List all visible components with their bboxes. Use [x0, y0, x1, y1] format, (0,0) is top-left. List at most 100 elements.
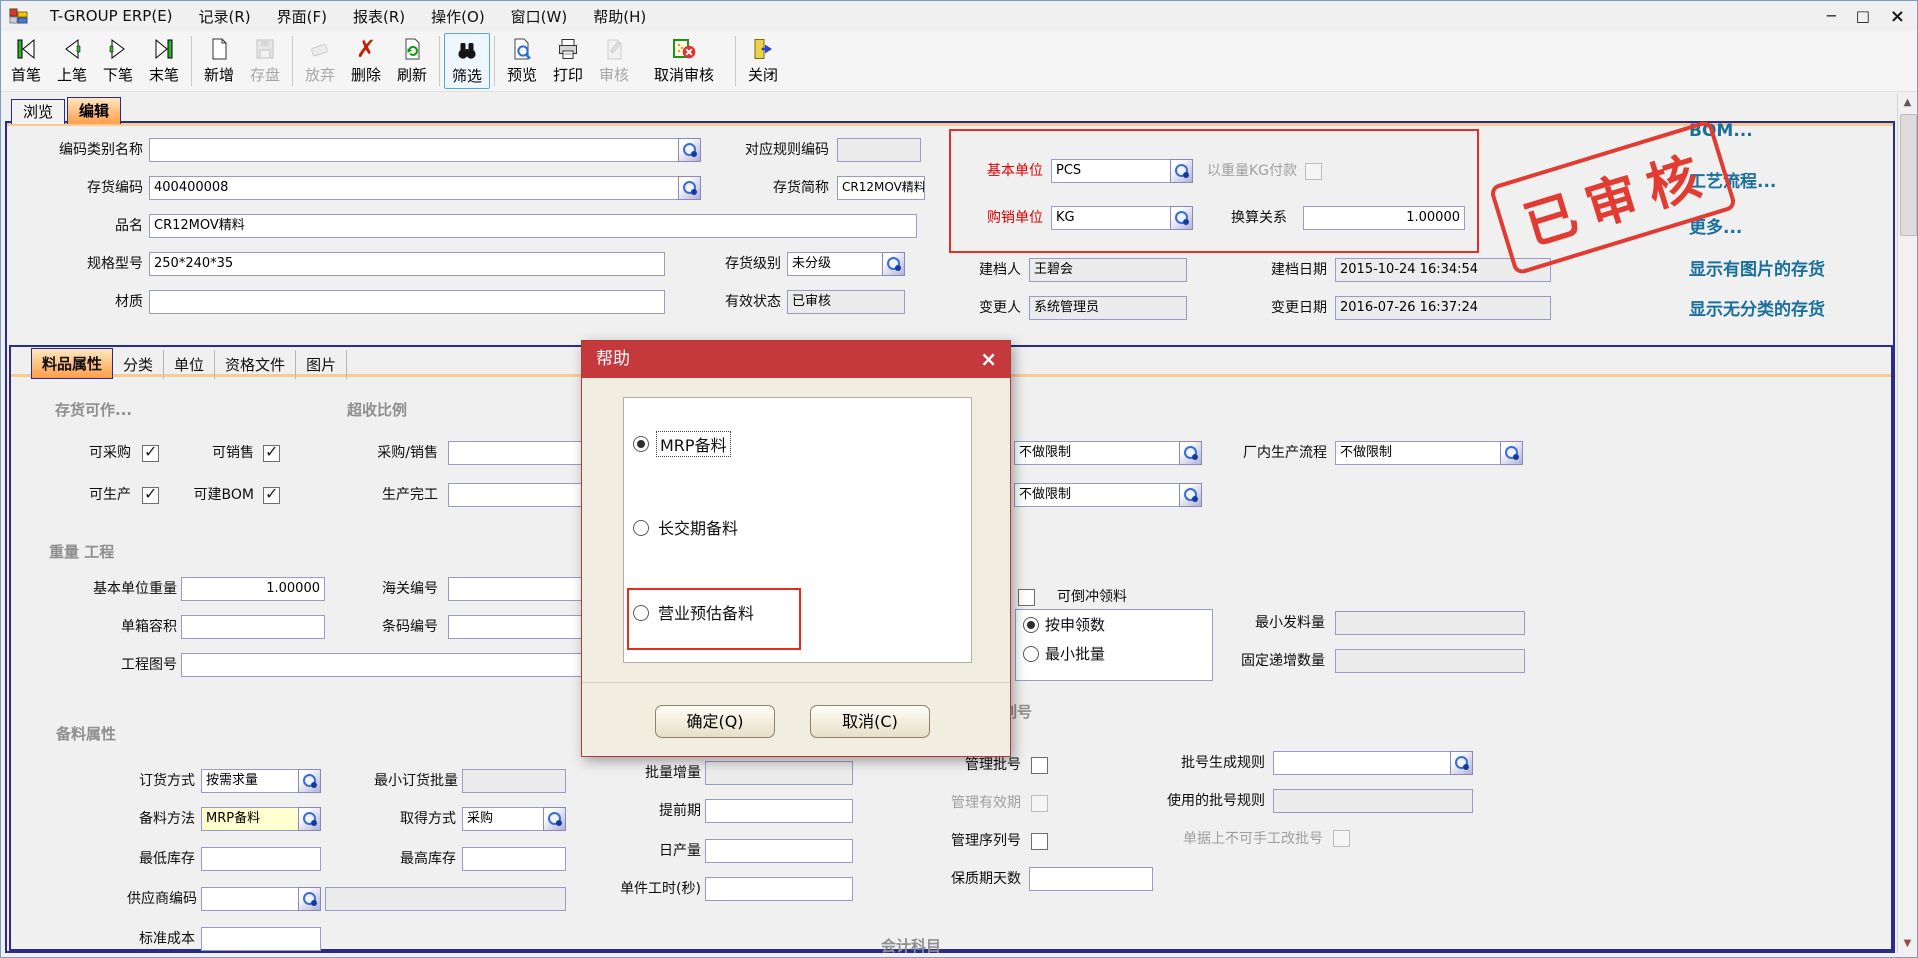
mrp-option-label[interactable]: MRP备料 — [656, 431, 731, 457]
bom-capable-label: 可建BOM — [176, 483, 254, 507]
link-show-with-image[interactable]: 显示有图片的存货 — [1689, 255, 1825, 280]
producible-checkbox[interactable] — [142, 487, 159, 504]
subtab-image[interactable]: 图片 — [296, 350, 347, 379]
modified-date-label: 变更日期 — [1227, 296, 1327, 320]
restore-icon[interactable]: □ — [1856, 7, 1870, 25]
min-stock-field[interactable] — [201, 847, 321, 871]
print-button[interactable]: 打印 — [545, 33, 591, 89]
mrp-option-radio[interactable] — [633, 436, 649, 452]
dialog-close-icon[interactable]: × — [980, 346, 997, 372]
scroll-up-icon[interactable]: ▲ — [1898, 94, 1917, 112]
vertical-scrollbar[interactable]: ▲ ▼ — [1897, 94, 1917, 953]
bom-capable-checkbox[interactable] — [263, 487, 280, 504]
lookup-icon[interactable] — [543, 807, 566, 831]
backflush-checkbox[interactable] — [1018, 589, 1035, 606]
material-field[interactable] — [149, 290, 665, 314]
min-batch-radio[interactable] — [1023, 646, 1039, 662]
sellable-checkbox[interactable] — [263, 445, 280, 462]
cancel-audit-button[interactable]: 取消审核 — [637, 33, 731, 89]
item-code-field[interactable]: 400400008 — [149, 176, 701, 200]
new-button[interactable]: 新增 — [196, 33, 242, 89]
subtab-unit[interactable]: 单位 — [164, 350, 215, 379]
supplier-code-label: 供应商编码 — [97, 887, 197, 911]
ok-button[interactable]: 确定(Q) — [655, 705, 775, 738]
long-leadtime-option-label[interactable]: 长交期备料 — [658, 515, 738, 539]
subtab-category[interactable]: 分类 — [113, 350, 164, 379]
toolbar-separator — [191, 36, 192, 86]
long-leadtime-option-radio[interactable] — [633, 520, 649, 536]
conversion-label: 换算关系 — [1191, 206, 1287, 230]
code-type-field[interactable] — [149, 138, 701, 162]
first-record-button[interactable]: 首笔 — [3, 33, 49, 89]
item-abbr-field[interactable]: CR12MOV精料 — [837, 176, 925, 200]
lookup-icon[interactable] — [678, 176, 701, 200]
subtab-item-attrs[interactable]: 料品属性 — [31, 348, 113, 379]
item-name-field[interactable]: CR12MOV精料 — [149, 214, 917, 238]
spec-field[interactable]: 250*240*35 — [149, 252, 665, 276]
pay-by-kg-checkbox — [1305, 163, 1322, 180]
scroll-down-icon[interactable]: ▼ — [1898, 935, 1917, 953]
dialog-titlebar[interactable]: 帮助 — [582, 341, 1010, 378]
limit-field-2[interactable]: 不做限制 — [1014, 483, 1202, 507]
lookup-icon[interactable] — [298, 769, 321, 793]
prev-record-button[interactable]: 上笔 — [49, 33, 95, 89]
lookup-icon[interactable] — [298, 807, 321, 831]
unit-hours-field[interactable] — [705, 877, 853, 901]
manage-serial-checkbox[interactable] — [1031, 833, 1048, 850]
tab-browse[interactable]: 浏览 — [11, 99, 65, 124]
menu-item-help[interactable]: 帮助(H) — [580, 6, 659, 27]
next-record-button[interactable]: 下笔 — [95, 33, 141, 89]
menu-item-operation[interactable]: 操作(O) — [418, 6, 498, 27]
box-volume-field[interactable] — [181, 615, 325, 639]
lookup-icon[interactable] — [882, 252, 905, 276]
by-apply-radio[interactable] — [1023, 617, 1039, 633]
menu-item-record[interactable]: 记录(R) — [186, 6, 264, 27]
shelf-life-field[interactable] — [1029, 867, 1153, 891]
min-issue-label: 最小发料量 — [1233, 611, 1325, 635]
lookup-icon[interactable] — [1179, 483, 1202, 507]
minimize-icon[interactable]: ─ — [1827, 7, 1836, 25]
daily-output-field[interactable] — [705, 839, 853, 863]
conversion-field[interactable]: 1.00000 — [1303, 206, 1465, 230]
lookup-icon[interactable] — [678, 138, 701, 162]
tab-edit[interactable]: 编辑 — [67, 97, 121, 124]
filter-button[interactable]: 筛选 — [444, 33, 490, 89]
factory-flow-field[interactable]: 不做限制 — [1335, 441, 1523, 465]
lookup-icon[interactable] — [1179, 441, 1202, 465]
item-abbr-label: 存货简称 — [707, 176, 829, 200]
close-icon[interactable]: × — [1890, 6, 1905, 27]
menu-item-window[interactable]: 窗口(W) — [498, 6, 581, 27]
preview-button[interactable]: 预览 — [499, 33, 545, 89]
refresh-button[interactable]: 刷新 — [389, 33, 435, 89]
lead-time-field[interactable] — [705, 799, 853, 823]
manage-batch-checkbox[interactable] — [1031, 757, 1048, 774]
cancel-button[interactable]: 取消(C) — [810, 705, 930, 738]
item-code-label: 存货编码 — [1, 176, 143, 200]
purchasable-checkbox[interactable] — [142, 445, 159, 462]
lookup-icon[interactable] — [1170, 159, 1193, 183]
menu-item-report[interactable]: 报表(R) — [340, 6, 418, 27]
last-record-button[interactable]: 末笔 — [141, 33, 187, 89]
link-show-unclassified[interactable]: 显示无分类的存货 — [1689, 295, 1825, 320]
subtab-qualification[interactable]: 资格文件 — [215, 350, 296, 379]
refresh-icon — [400, 33, 424, 64]
base-weight-field[interactable]: 1.00000 — [181, 577, 325, 601]
limit-field-1[interactable]: 不做限制 — [1014, 441, 1202, 465]
lookup-icon[interactable] — [1170, 206, 1193, 230]
factory-flow-label: 厂内生产流程 — [1211, 441, 1327, 465]
batch-rule-field[interactable] — [1273, 751, 1473, 775]
lookup-icon[interactable] — [1500, 441, 1523, 465]
max-stock-field[interactable] — [462, 847, 566, 871]
close-window-button[interactable]: 关闭 — [740, 33, 786, 89]
lookup-icon[interactable] — [1450, 751, 1473, 775]
scrollbar-thumb[interactable] — [1900, 114, 1917, 236]
min-issue-field[interactable] — [1335, 611, 1525, 635]
menu-item-file[interactable]: T-GROUP ERP(E) — [37, 7, 186, 25]
fixed-increment-field[interactable] — [1335, 649, 1525, 673]
std-cost-field[interactable] — [201, 927, 321, 951]
lookup-icon[interactable] — [298, 887, 321, 911]
delete-button[interactable]: ✗ 删除 — [343, 33, 389, 89]
menu-item-interface[interactable]: 界面(F) — [264, 6, 340, 27]
sales-forecast-option-label[interactable]: 营业预估备料 — [658, 600, 754, 624]
toolbar-separator — [494, 36, 495, 86]
